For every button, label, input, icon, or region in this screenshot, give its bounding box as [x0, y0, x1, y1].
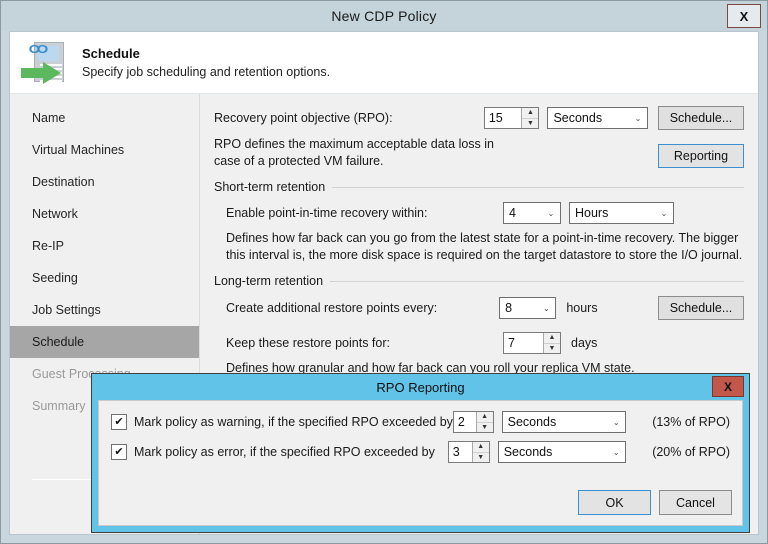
page-title: Schedule: [82, 45, 140, 61]
point-in-time-unit-select[interactable]: Hours ⌄: [569, 202, 674, 224]
window-titlebar: New CDP Policy X: [1, 1, 767, 31]
warning-threshold-unit-select[interactable]: Seconds ⌄: [501, 411, 627, 433]
long-term-retention-group-header: Long-term retention: [214, 274, 744, 288]
point-in-time-unit-value: Hours: [575, 206, 609, 220]
warning-threshold-label: Mark policy as warning, if the specified…: [134, 415, 453, 429]
long-term-retention-title: Long-term retention: [214, 274, 324, 288]
error-threshold-label: Mark policy as error, if the specified R…: [134, 445, 435, 459]
keep-restore-points-value[interactable]: 7: [504, 333, 543, 353]
error-threshold-checkbox[interactable]: ✔: [111, 444, 127, 460]
wizard-banner: Schedule Specify job scheduling and rete…: [10, 32, 758, 94]
rpo-stepper-down-icon[interactable]: ▼: [522, 119, 538, 129]
group-divider: [332, 186, 744, 188]
rpo-reporting-footer: OK Cancel: [578, 490, 732, 515]
short-term-retention-title: Short-term retention: [214, 180, 326, 194]
group-divider: [330, 280, 744, 282]
warning-threshold-checkbox[interactable]: ✔: [111, 414, 127, 430]
green-arrow-icon: [21, 61, 61, 84]
sidebar-item-virtual-machines[interactable]: Virtual Machines: [10, 134, 199, 166]
warning-threshold-percent: (13% of RPO): [652, 415, 730, 429]
create-restore-points-label: Create additional restore points every:: [226, 301, 438, 315]
window-title: New CDP Policy: [331, 8, 437, 24]
warning-threshold-stepper[interactable]: 2 ▲ ▼: [452, 411, 494, 433]
error-threshold-unit-value: Seconds: [503, 445, 553, 459]
rpo-reporting-body: ✔ Mark policy as warning, if the specifi…: [98, 400, 743, 526]
warning-threshold-unit-value: Seconds: [507, 415, 557, 429]
cdp-policy-schedule-icon: [20, 39, 72, 87]
infinity-icon: [29, 44, 48, 53]
chevron-down-icon: ⌄: [542, 303, 550, 313]
warning-threshold-value[interactable]: 2: [454, 412, 476, 432]
rpo-unit-value: Seconds: [553, 111, 603, 125]
chevron-down-icon: ⌄: [660, 208, 668, 218]
keep-stepper-down-icon[interactable]: ▼: [544, 344, 560, 354]
rpo-description: RPO defines the maximum acceptable data …: [214, 137, 494, 168]
rpo-reporting-button[interactable]: Reporting: [658, 144, 744, 168]
rpo-description-row: RPO defines the maximum acceptable data …: [214, 136, 744, 170]
error-threshold-percent: (20% of RPO): [652, 445, 730, 459]
chevron-down-icon: ⌄: [612, 447, 620, 457]
keep-stepper-up-icon[interactable]: ▲: [544, 333, 560, 344]
rpo-row: Recovery point objective (RPO): 15 ▲ ▼ S…: [214, 106, 744, 130]
point-in-time-row: Enable point-in-time recovery within: 4 …: [214, 202, 744, 224]
error-threshold-value[interactable]: 3: [449, 442, 472, 462]
long-term-schedule-button[interactable]: Schedule...: [658, 296, 744, 320]
chevron-down-icon: ⌄: [612, 417, 620, 427]
rpo-label: Recovery point objective (RPO):: [214, 111, 393, 125]
warning-stepper-up-icon[interactable]: ▲: [476, 412, 493, 423]
keep-restore-points-row: Keep these restore points for: 7 ▲ ▼ day…: [214, 332, 744, 354]
ok-button[interactable]: OK: [578, 490, 651, 515]
rpo-reporting-close-button[interactable]: X: [712, 376, 744, 397]
rpo-stepper-up-icon[interactable]: ▲: [522, 108, 539, 119]
create-restore-points-value: 8: [505, 301, 513, 315]
error-stepper-up-icon[interactable]: ▲: [472, 442, 489, 453]
rpo-value[interactable]: 15: [485, 108, 522, 128]
error-stepper-down-icon[interactable]: ▼: [473, 453, 489, 463]
error-threshold-unit-select[interactable]: Seconds ⌄: [497, 441, 627, 463]
short-term-retention-group-header: Short-term retention: [214, 180, 744, 194]
keep-restore-points-label: Keep these restore points for:: [226, 336, 390, 350]
warning-stepper-down-icon[interactable]: ▼: [477, 423, 493, 433]
rpo-unit-select[interactable]: Seconds ⌄: [547, 107, 648, 129]
chevron-down-icon: ⌄: [547, 208, 555, 218]
keep-restore-points-unit: days: [571, 336, 598, 350]
create-restore-points-value-select[interactable]: 8 ⌄: [499, 297, 557, 319]
sidebar-item-network[interactable]: Network: [10, 198, 199, 230]
point-in-time-value: 4: [509, 206, 516, 220]
point-in-time-value-select[interactable]: 4 ⌄: [503, 202, 561, 224]
rpo-reporting-dialog: RPO Reporting X ✔ Mark policy as warning…: [92, 374, 749, 532]
screen-root: New CDP Policy X Schedule Specify job sc…: [0, 0, 768, 544]
rpo-schedule-button[interactable]: Schedule...: [658, 106, 744, 130]
short-term-retention-description: Defines how far back can you go from the…: [226, 231, 743, 262]
keep-restore-points-stepper[interactable]: 7 ▲ ▼: [503, 332, 561, 354]
sidebar-item-destination[interactable]: Destination: [10, 166, 199, 198]
warning-threshold-row: ✔ Mark policy as warning, if the specifi…: [111, 411, 730, 433]
sidebar-item-re-ip[interactable]: Re-IP: [10, 230, 199, 262]
rpo-reporting-title: RPO Reporting: [376, 379, 465, 395]
create-restore-points-row: Create additional restore points every: …: [214, 296, 744, 320]
error-threshold-row: ✔ Mark policy as error, if the specified…: [111, 441, 730, 463]
error-threshold-stepper[interactable]: 3 ▲ ▼: [447, 441, 490, 463]
window-close-button[interactable]: X: [727, 4, 761, 28]
rpo-reporting-titlebar: RPO Reporting X: [92, 374, 749, 400]
chevron-down-icon: ⌄: [634, 113, 642, 123]
sidebar-item-schedule[interactable]: Schedule: [10, 326, 199, 358]
cancel-button[interactable]: Cancel: [659, 490, 732, 515]
point-in-time-label: Enable point-in-time recovery within:: [226, 206, 428, 220]
sidebar-item-seeding[interactable]: Seeding: [10, 262, 199, 294]
sidebar-item-job-settings[interactable]: Job Settings: [10, 294, 199, 326]
create-restore-points-unit: hours: [566, 301, 598, 315]
sidebar-item-name[interactable]: Name: [10, 102, 199, 134]
rpo-value-stepper[interactable]: 15 ▲ ▼: [483, 107, 540, 129]
page-subtitle: Specify job scheduling and retention opt…: [82, 64, 331, 79]
